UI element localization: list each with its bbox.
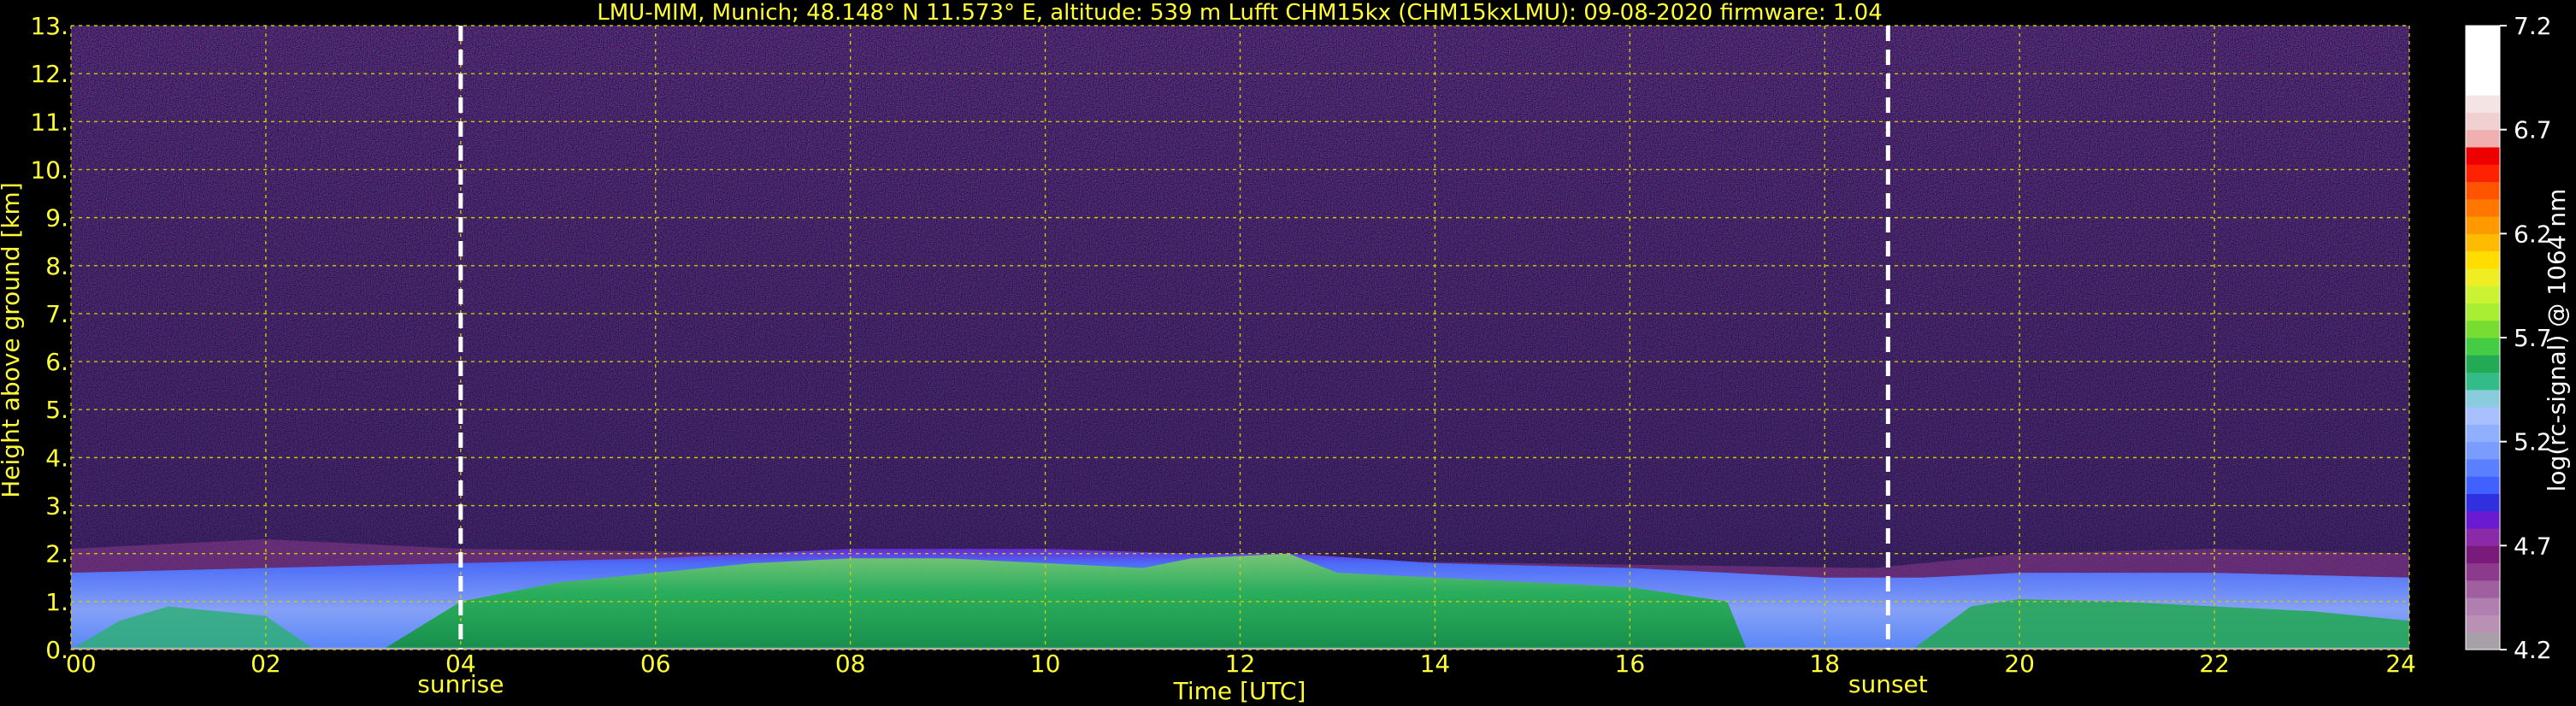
colorbar-segment bbox=[2466, 562, 2500, 581]
x-tick-label: 04 bbox=[445, 650, 476, 678]
y-tick-label: 0. bbox=[45, 636, 68, 664]
y-tick-label: 10. bbox=[30, 156, 68, 184]
y-tick-label: 7. bbox=[45, 300, 68, 328]
y-tick-label: 6. bbox=[45, 348, 68, 376]
x-axis-label: Time [UTC] bbox=[1173, 677, 1306, 705]
y-tick-label: 8. bbox=[45, 252, 68, 280]
x-tick-label: 08 bbox=[835, 650, 866, 678]
colorbar-segment bbox=[2466, 303, 2500, 321]
colorbar-segment bbox=[2466, 597, 2500, 615]
colorbar-tick-label: 4.2 bbox=[2514, 636, 2552, 664]
y-axis-label: Height above ground [km] bbox=[0, 182, 25, 498]
colorbar-tick-label: 7.2 bbox=[2514, 12, 2552, 40]
colorbar-segment bbox=[2466, 233, 2500, 252]
colorbar-segment bbox=[2466, 338, 2500, 356]
colorbar-segment bbox=[2466, 268, 2500, 286]
ceilometer-chart: sunrise sunset 00 02 04 06 08 10 12 14 16 18 20 22 24… bbox=[0, 0, 2571, 705]
x-tick-label: 12 bbox=[1225, 650, 1256, 678]
colorbar-segment bbox=[2466, 216, 2500, 234]
colorbar-segment bbox=[2466, 632, 2500, 650]
y-tick-label: 1. bbox=[45, 588, 68, 616]
x-tick-label: 10 bbox=[1030, 650, 1061, 678]
colorbar-segment bbox=[2466, 250, 2500, 269]
colorbar-tick-label: 6.7 bbox=[2514, 116, 2552, 144]
colorbar-segment bbox=[2466, 26, 2500, 44]
colorbar-segment bbox=[2466, 77, 2500, 96]
colorbar-segment bbox=[2466, 615, 2500, 633]
x-tick-label: 14 bbox=[1420, 650, 1451, 678]
colorbar-segment bbox=[2466, 528, 2500, 546]
y-tick-label: 11. bbox=[30, 108, 68, 136]
colorbar-segment bbox=[2466, 320, 2500, 338]
colorbar-segment bbox=[2466, 164, 2500, 182]
x-tick-label: 22 bbox=[2199, 650, 2230, 678]
y-tick-label: 4. bbox=[45, 444, 68, 472]
y-tick-label: 9. bbox=[45, 204, 68, 232]
colorbar-segment bbox=[2466, 198, 2500, 217]
colorbar-segment bbox=[2466, 510, 2500, 529]
y-tick-label: 5. bbox=[45, 396, 68, 424]
colorbar-segment bbox=[2466, 458, 2500, 477]
colorbar-segment bbox=[2466, 60, 2500, 79]
x-tick-label: 24 bbox=[2385, 650, 2416, 678]
colorbar-segment bbox=[2466, 372, 2500, 391]
colorbar-segment bbox=[2466, 181, 2500, 200]
colorbar-segment bbox=[2466, 112, 2500, 131]
colorbar-segment bbox=[2466, 95, 2500, 113]
x-tick-label: 18 bbox=[1809, 650, 1840, 678]
colorbar-segment bbox=[2466, 355, 2500, 374]
colorbar-segment bbox=[2466, 545, 2500, 564]
colorbar-label: log(rc-signal) @ 1064 nm bbox=[2543, 189, 2571, 492]
colorbar-segment bbox=[2466, 476, 2500, 494]
y-tick-label: 3. bbox=[45, 492, 68, 521]
colorbar-segment bbox=[2466, 43, 2500, 62]
y-tick-label: 13. bbox=[30, 12, 68, 40]
colorbar-segment bbox=[2466, 389, 2500, 408]
colorbar-tick-label: 4.7 bbox=[2514, 532, 2552, 560]
colorbar-segment bbox=[2466, 129, 2500, 148]
x-tick-label: 02 bbox=[251, 650, 281, 678]
colorbar-segment bbox=[2466, 285, 2500, 303]
x-tick-label: 00 bbox=[66, 650, 97, 678]
colorbar-segment bbox=[2466, 407, 2500, 425]
sunset-label: sunset bbox=[1848, 670, 1928, 698]
colorbar-segment bbox=[2466, 580, 2500, 598]
chart-title: LMU-MIM, Munich; 48.148° N 11.573° E, al… bbox=[597, 0, 1882, 26]
colorbar-segment bbox=[2466, 424, 2500, 443]
colorbar-segment bbox=[2466, 441, 2500, 460]
x-tick-label: 06 bbox=[640, 650, 671, 678]
y-tick-label: 12. bbox=[30, 60, 68, 88]
x-tick-label: 16 bbox=[1615, 650, 1646, 678]
colorbar: 4.24.75.25.76.26.77.2 log(rc-signal) @ 1… bbox=[2465, 12, 2571, 664]
y-tick-label: 2. bbox=[45, 540, 68, 568]
x-tick-label: 20 bbox=[2004, 650, 2035, 678]
colorbar-segment bbox=[2466, 493, 2500, 512]
colorbar-segment bbox=[2466, 146, 2500, 165]
